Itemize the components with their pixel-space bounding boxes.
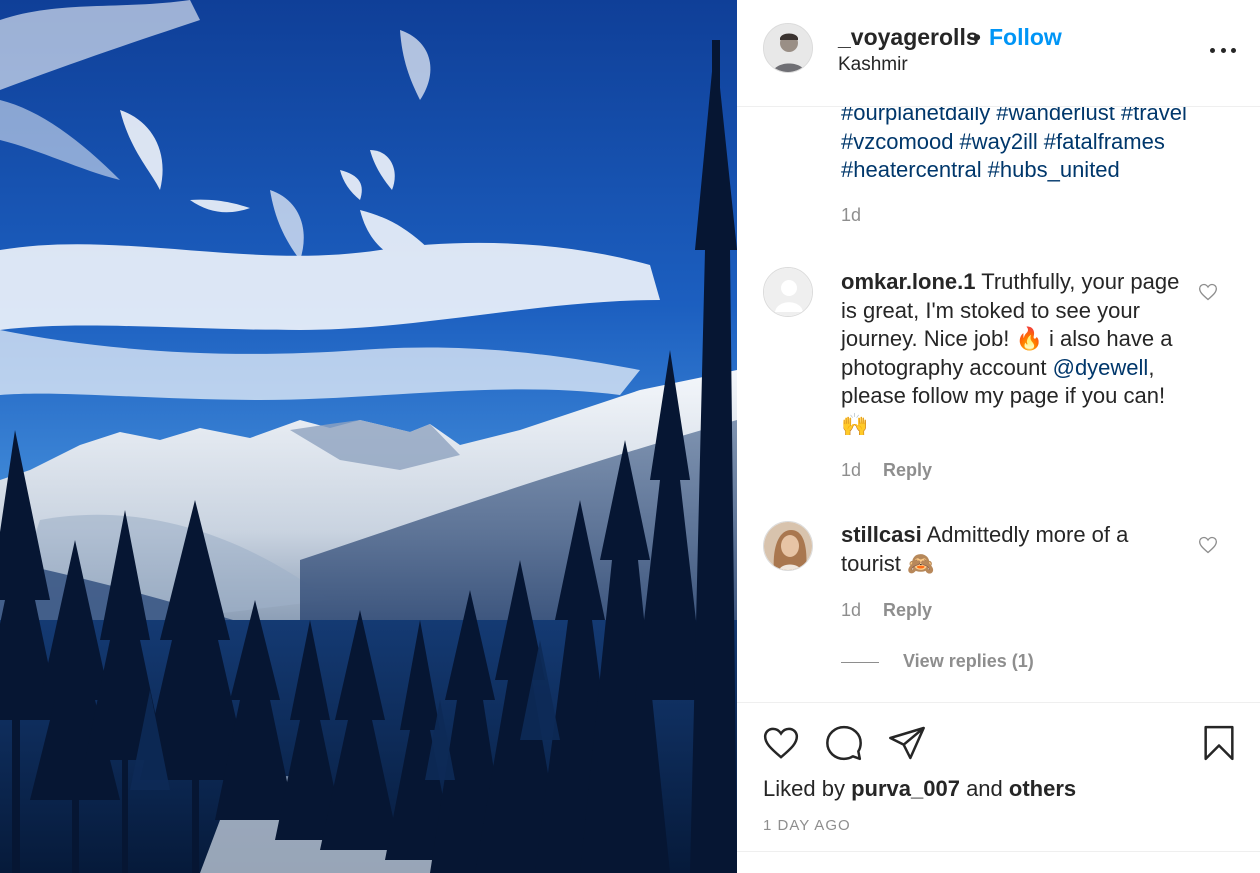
heart-outline-icon (763, 727, 799, 759)
comment-meta: 1d Reply (841, 460, 932, 481)
mountain-landscape-image (0, 0, 737, 873)
commenter-photo (764, 522, 812, 570)
more-dot (1210, 47, 1215, 53)
heart-outline-icon (1198, 536, 1218, 554)
likes-joiner: and (966, 776, 1003, 801)
view-replies-label: View replies (1) (903, 651, 1034, 671)
post-timestamp[interactable]: 1 DAY AGO (763, 817, 851, 834)
likes-prefix: Liked by (763, 776, 845, 801)
hashtag-link[interactable]: #fatalframes (1044, 129, 1165, 154)
more-dot (1220, 47, 1226, 53)
comment-timestamp[interactable]: 1d (841, 600, 861, 620)
like-comment-heart-icon[interactable] (1198, 282, 1218, 302)
default-avatar-icon (764, 268, 812, 316)
comment-timestamp[interactable]: 1d (841, 460, 861, 480)
hashtag-link[interactable]: #heatercentral (841, 157, 982, 182)
caption-hashtags: #ourplanetdaily #wanderlust #travel #vzcom… (841, 99, 1241, 185)
comment-meta: 1d Reply (841, 600, 932, 621)
comment-text: stillcasi Admittedly more of a tourist 🙈 (841, 521, 1191, 578)
divider (737, 851, 1260, 852)
more-dot (1231, 47, 1236, 53)
post-header: _voyagerolls • Follow Kashmir (737, 0, 1260, 107)
post-location[interactable]: Kashmir (838, 54, 908, 76)
header-separator: • (973, 24, 982, 50)
like-comment-heart-icon[interactable] (1198, 535, 1218, 555)
like-button[interactable] (761, 723, 801, 763)
commenter-avatar[interactable] (763, 521, 813, 571)
comment-text: omkar.lone.1 Truthfully, your page is gr… (841, 268, 1191, 439)
author-avatar[interactable] (763, 23, 813, 73)
post-photo[interactable] (0, 0, 737, 873)
hashtag-link[interactable]: #hubs_united (988, 157, 1120, 182)
comment-username[interactable]: omkar.lone.1 (841, 269, 976, 294)
view-replies-line (841, 661, 879, 663)
author-avatar-image (764, 24, 812, 72)
hashtag-link[interactable]: #vzcomood (841, 129, 954, 154)
hashtag-link[interactable]: #way2ill (960, 129, 1038, 154)
bookmark-icon (1204, 725, 1234, 761)
comments-list[interactable]: #ourplanetdaily #wanderlust #travel #vzcom… (737, 97, 1260, 702)
share-icon (889, 726, 925, 760)
post-actions: Liked by purva_007 and others 1 DAY AGO (737, 702, 1260, 873)
post-details-panel: _voyagerolls • Follow Kashmir #ourplanet… (737, 0, 1260, 873)
follow-button[interactable]: Follow (989, 24, 1062, 51)
comment-button[interactable] (824, 723, 864, 763)
heart-outline-icon (1198, 283, 1218, 301)
comment-username[interactable]: stillcasi (841, 522, 922, 547)
commenter-avatar[interactable] (763, 267, 813, 317)
liked-by-text: Liked by purva_007 and others (763, 776, 1076, 802)
author-username[interactable]: _voyagerolls (838, 24, 979, 51)
share-button[interactable] (887, 723, 927, 763)
liked-by-others[interactable]: others (1009, 776, 1076, 801)
mention-link[interactable]: @dyewell (1053, 355, 1149, 380)
reply-button[interactable]: Reply (883, 600, 932, 620)
view-replies-button[interactable]: View replies (1) (841, 651, 1034, 672)
liked-by-user[interactable]: purva_007 (851, 776, 960, 801)
caption-timestamp[interactable]: 1d (841, 205, 861, 226)
more-options-icon[interactable] (1210, 40, 1236, 60)
reply-button[interactable]: Reply (883, 460, 932, 480)
comment-icon (826, 725, 862, 761)
save-button[interactable] (1199, 723, 1239, 763)
